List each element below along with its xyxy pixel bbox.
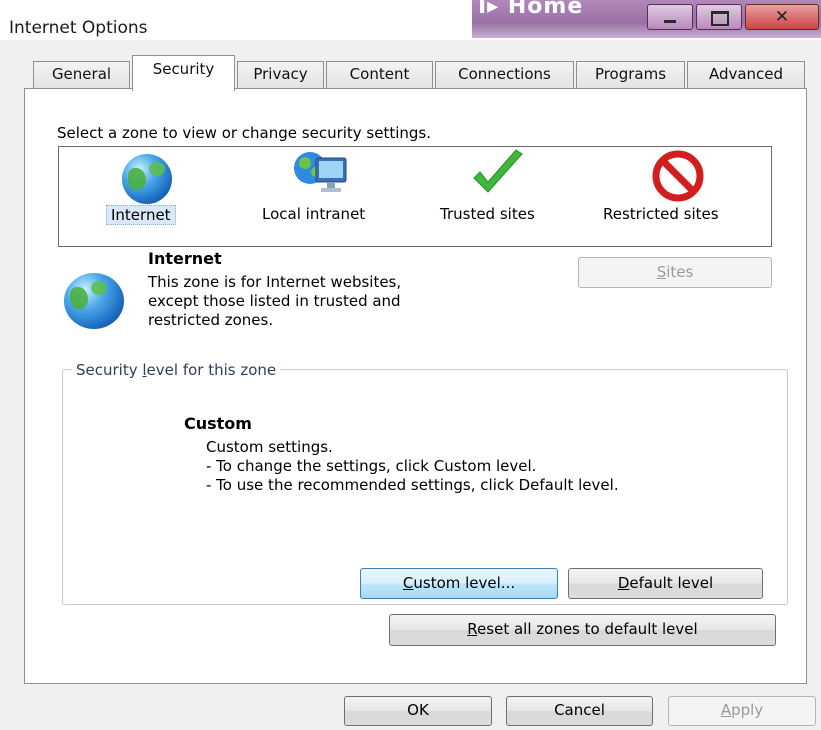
ok-button[interactable]: OK [344, 696, 492, 726]
custom-level-button[interactable]: Custom level... [360, 568, 558, 599]
reset-all-zones-button[interactable]: Reset all zones to default level [389, 614, 776, 646]
tab-advanced[interactable]: Advanced [687, 61, 805, 89]
zone-prompt: Select a zone to view or change security… [57, 124, 432, 142]
zone-label: Local intranet [262, 205, 366, 223]
globe-icon [122, 154, 172, 204]
zone-local-intranet[interactable]: Local intranet [240, 148, 410, 238]
minimize-button[interactable] [647, 4, 693, 30]
selected-zone-description: This zone is for Internet websites, exce… [148, 273, 402, 329]
close-button[interactable]: ✕ [745, 4, 819, 30]
tab-general[interactable]: General [33, 61, 130, 89]
zone-label: Internet [106, 205, 176, 225]
play-icon: I▸ [478, 0, 508, 19]
close-icon: ✕ [774, 7, 790, 27]
tab-connections[interactable]: Connections [435, 61, 574, 89]
tab-security[interactable]: Security [132, 55, 235, 91]
background-window-title: I▸ Home [478, 0, 583, 19]
zone-label: Restricted sites [603, 205, 719, 223]
tab-privacy[interactable]: Privacy [237, 61, 324, 89]
maximize-button[interactable] [696, 4, 742, 30]
sites-button[interactable]: Sites [578, 257, 772, 288]
window-title: Internet Options [9, 18, 148, 38]
network-computer-icon [294, 152, 347, 192]
default-level-button[interactable]: Default level [568, 568, 763, 599]
security-level-group-label: Security level for this zone [72, 361, 281, 379]
zone-restricted-sites[interactable]: Restricted sites [600, 148, 760, 238]
tab-content[interactable]: Content [326, 61, 433, 89]
no-entry-icon [652, 150, 704, 202]
apply-button[interactable]: Apply [668, 696, 816, 726]
selected-zone-title: Internet [148, 249, 222, 268]
zone-label: Trusted sites [440, 205, 535, 223]
tab-programs[interactable]: Programs [576, 61, 685, 89]
cancel-button[interactable]: Cancel [506, 696, 653, 726]
security-level-description: Custom settings. - To change the setting… [206, 438, 619, 494]
selected-zone-globe-icon [64, 273, 124, 329]
zone-internet[interactable]: Internet [90, 148, 220, 238]
security-level-name: Custom [184, 414, 252, 433]
zone-trusted-sites[interactable]: Trusted sites [430, 148, 570, 238]
checkmark-icon [473, 149, 523, 193]
